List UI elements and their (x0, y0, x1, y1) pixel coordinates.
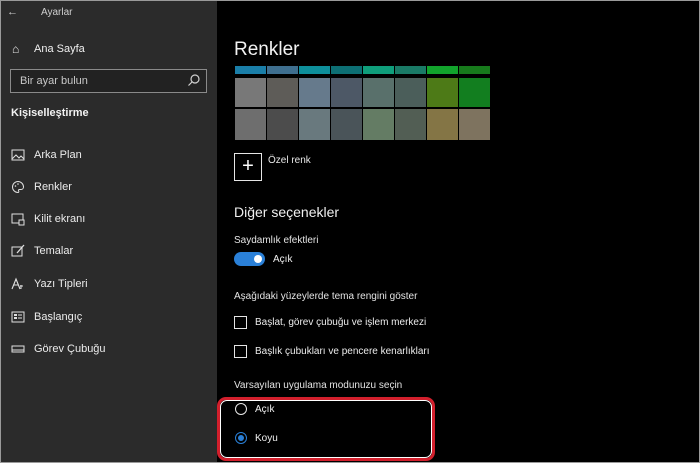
color-swatch[interactable] (267, 66, 298, 74)
title-bars-checkbox-label[interactable]: Başlık çubukları ve pencere kenarlıkları (255, 346, 430, 357)
sidebar-item-taskbar[interactable]: Görev Çubuğu (1, 339, 217, 361)
page-title: Renkler (234, 39, 300, 60)
accent-surfaces-label: Aşağıdaki yüzeylerde tema rengini göster (234, 291, 418, 302)
palette-icon (12, 180, 25, 194)
radio-dot (238, 435, 244, 441)
transparency-label: Saydamlık efektleri (234, 235, 319, 246)
start-taskbar-checkbox[interactable] (234, 316, 247, 329)
color-swatch[interactable] (331, 66, 362, 74)
color-swatch[interactable] (299, 78, 330, 107)
color-swatch[interactable] (331, 78, 362, 107)
color-swatch[interactable] (459, 78, 490, 107)
color-swatch[interactable] (427, 109, 458, 140)
toggle-knob (254, 255, 262, 263)
lock-screen-icon (11, 213, 25, 226)
color-swatch[interactable] (459, 66, 490, 74)
sidebar-item-label: Temalar (34, 245, 74, 257)
color-swatch[interactable] (299, 109, 330, 140)
sidebar-item-colors[interactable]: Renkler (1, 177, 217, 199)
sidebar-item-background[interactable]: Arka Plan (1, 145, 217, 167)
sidebar-item-themes[interactable]: Temalar (1, 241, 217, 263)
title-bar: ← Ayarlar (1, 1, 217, 25)
title-bars-checkbox[interactable] (234, 345, 247, 358)
sidebar-item-label: Yazı Tipleri (34, 278, 88, 290)
color-swatch[interactable] (427, 78, 458, 107)
sidebar-item-lock-screen[interactable]: Kilit ekranı (1, 209, 217, 231)
settings-window: ← Ayarlar ⌂ Ana Sayfa Bir ayar bulun Kiş… (0, 0, 700, 463)
plus-icon: + (242, 155, 254, 177)
color-swatch[interactable] (235, 66, 266, 74)
custom-color-button[interactable]: + (234, 153, 262, 181)
sidebar-item-start[interactable]: Başlangıç (1, 307, 217, 329)
font-icon (11, 277, 23, 290)
sidebar-item-label: Başlangıç (34, 311, 83, 323)
color-swatch[interactable] (299, 66, 330, 74)
other-options-heading: Diğer seçenekler (234, 204, 340, 220)
sidebar-item-fonts[interactable]: Yazı Tipleri (1, 274, 217, 296)
custom-color-label: Özel renk (268, 155, 311, 166)
color-swatch[interactable] (267, 109, 298, 140)
light-mode-label[interactable]: Açık (255, 404, 274, 415)
start-taskbar-checkbox-label[interactable]: Başlat, görev çubuğu ve işlem merkezi (255, 317, 426, 328)
color-swatch[interactable] (427, 66, 458, 74)
home-icon: ⌂ (12, 42, 20, 56)
color-swatch[interactable] (459, 109, 490, 140)
search-icon[interactable] (187, 73, 201, 87)
theme-brush-icon (11, 244, 25, 257)
search-placeholder: Bir ayar bulun (20, 75, 88, 87)
transparency-toggle[interactable] (234, 252, 265, 266)
annotation-highlight-inner (220, 400, 432, 458)
dark-mode-radio[interactable] (235, 432, 247, 444)
color-swatch[interactable] (363, 66, 394, 74)
light-mode-radio[interactable] (235, 403, 247, 415)
nav-home[interactable]: ⌂ Ana Sayfa (1, 39, 217, 61)
search-box[interactable]: Bir ayar bulun (10, 69, 207, 93)
sidebar-item-label: Kilit ekranı (34, 213, 86, 225)
picture-icon (11, 149, 25, 161)
app-mode-label: Varsayılan uygulama modunuzu seçin (234, 380, 403, 391)
sidebar-item-label: Arka Plan (34, 149, 82, 161)
back-arrow-icon[interactable]: ← (7, 6, 18, 18)
color-swatch[interactable] (331, 109, 362, 140)
section-heading: Kişiselleştirme (11, 107, 89, 119)
taskbar-icon (11, 345, 25, 353)
main-content: Renkler + Özel renk Diğer seçenekler Say… (217, 1, 699, 462)
sidebar-item-label: Görev Çubuğu (34, 343, 106, 355)
color-swatch[interactable] (395, 109, 426, 140)
color-swatch[interactable] (235, 78, 266, 107)
color-swatch[interactable] (267, 78, 298, 107)
color-swatch[interactable] (395, 66, 426, 74)
nav-home-label: Ana Sayfa (34, 43, 85, 55)
color-swatch[interactable] (363, 109, 394, 140)
color-swatch[interactable] (235, 109, 266, 140)
sidebar-item-label: Renkler (34, 181, 72, 193)
color-swatch[interactable] (395, 78, 426, 107)
dark-mode-label[interactable]: Koyu (255, 433, 278, 444)
start-icon (11, 311, 25, 323)
color-swatch[interactable] (363, 78, 394, 107)
window-title: Ayarlar (41, 7, 73, 18)
sidebar: ← Ayarlar ⌂ Ana Sayfa Bir ayar bulun Kiş… (1, 1, 217, 462)
transparency-state: Açık (273, 254, 293, 265)
